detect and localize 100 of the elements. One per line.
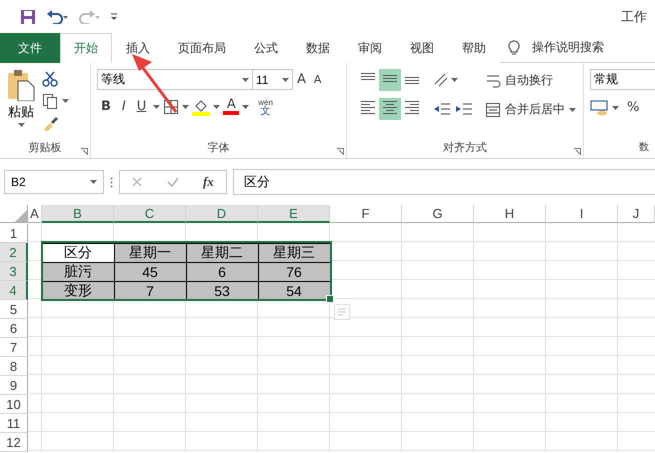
phonetic-top-text: wén [258, 98, 273, 106]
caret-icon[interactable] [182, 104, 190, 108]
merge-center-button[interactable]: 合并后居中 [485, 101, 576, 118]
row-header[interactable]: 1 [0, 224, 28, 243]
caret-icon[interactable] [612, 106, 619, 110]
table-cell: 6 [186, 262, 258, 282]
scissors-icon[interactable] [42, 71, 58, 87]
decrease-indent-icon[interactable] [433, 101, 451, 117]
row-header[interactable]: 12 [0, 433, 28, 452]
name-box[interactable]: B2 [4, 170, 104, 194]
accounting-format-icon[interactable] [590, 100, 608, 116]
caret-icon[interactable] [282, 78, 289, 82]
caret-icon[interactable] [242, 104, 250, 108]
increase-indent-icon[interactable] [455, 101, 473, 117]
row-header[interactable]: 10 [0, 395, 28, 414]
column-header[interactable]: C [114, 205, 186, 223]
table-cell: 区分 [42, 242, 114, 262]
number-format-field[interactable]: 常规 [590, 69, 655, 90]
group-label: 字体 [206, 140, 230, 156]
column-header[interactable]: G [402, 205, 474, 223]
column-header[interactable]: J [618, 205, 655, 223]
dialog-launcher-icon[interactable] [337, 148, 344, 155]
row-header[interactable]: 2 [0, 243, 28, 262]
align-lines-icon [405, 101, 419, 117]
lightbulb-icon [508, 40, 520, 56]
table-cell: 45 [114, 262, 186, 282]
table-cell: 星期二 [186, 242, 258, 262]
ribbon-tab[interactable]: 开始 [60, 33, 112, 63]
italic-button[interactable]: I [118, 97, 130, 116]
row-header[interactable]: 3 [0, 262, 28, 281]
group-label: 数 [639, 141, 649, 155]
underline-button[interactable]: U [132, 97, 150, 116]
row-header[interactable]: 8 [0, 357, 28, 376]
row-header[interactable]: 11 [0, 414, 28, 433]
column-header[interactable]: I [546, 205, 618, 223]
percent-button[interactable]: % [623, 98, 644, 117]
paste-button[interactable]: 粘贴 [8, 103, 34, 121]
column-header[interactable]: A [28, 205, 42, 223]
caret-icon[interactable] [569, 108, 576, 112]
table-cell: 星期三 [258, 242, 330, 262]
column-header[interactable]: B [42, 205, 114, 223]
wrap-text-icon[interactable] [485, 72, 501, 88]
dialog-launcher-icon[interactable] [574, 148, 581, 155]
table-cell: 76 [258, 262, 330, 282]
undo-icon[interactable] [46, 10, 68, 24]
insert-function-button[interactable]: fx [202, 174, 214, 190]
format-painter-icon[interactable] [42, 115, 58, 131]
align-lines-icon [383, 75, 397, 85]
group-label: 剪贴板 [28, 140, 62, 156]
group-label: 对齐方式 [442, 140, 488, 156]
bold-button[interactable]: B [97, 97, 115, 116]
window-title: 工作 [621, 8, 647, 26]
align-lines-icon [383, 101, 397, 117]
row-header[interactable]: 7 [0, 338, 28, 357]
tell-me-search[interactable]: 操作说明搜索 [532, 39, 604, 56]
caret-icon[interactable] [18, 123, 24, 127]
copy-icon[interactable] [42, 93, 58, 109]
wrap-text-button[interactable]: 自动换行 [485, 72, 576, 89]
column-header[interactable]: H [474, 205, 546, 223]
caret-icon[interactable] [62, 99, 69, 103]
caret-icon[interactable] [213, 104, 220, 108]
grow-font-button[interactable]: A [293, 70, 310, 89]
caret-icon[interactable] [153, 104, 160, 108]
color-bar-icon [223, 111, 240, 115]
row-header[interactable]: 5 [0, 300, 28, 319]
merge-cells-icon[interactable] [485, 102, 501, 118]
font-name-field[interactable]: 等线 [97, 69, 253, 90]
font-color-button[interactable]: A [226, 98, 236, 111]
checkmark-icon[interactable] [166, 177, 179, 187]
align-lines-icon [405, 77, 419, 87]
row-header[interactable]: 6 [0, 319, 28, 338]
triangle-icon [15, 210, 27, 222]
column-header[interactable]: E [258, 205, 330, 223]
fill-handle[interactable] [326, 295, 334, 303]
save-icon[interactable] [20, 8, 36, 24]
fill-color-icon[interactable] [192, 98, 210, 116]
column-header[interactable]: F [330, 205, 402, 223]
middle-align-button[interactable] [379, 69, 401, 91]
font-size-field[interactable]: 11 [252, 69, 293, 90]
caret-icon[interactable] [90, 180, 97, 184]
table-cell: 脏污 [42, 262, 114, 282]
shrink-font-button[interactable]: A [310, 71, 326, 88]
align-lines-icon [361, 101, 375, 117]
customize-toolbar-icon[interactable] [110, 12, 118, 20]
phonetic-bottom-text: 文 [260, 106, 271, 116]
file-tab[interactable]: 文件 [0, 33, 60, 63]
row-header[interactable]: 9 [0, 376, 28, 395]
dialog-launcher-icon[interactable] [81, 148, 88, 155]
borders-icon[interactable] [163, 98, 180, 114]
row-header[interactable]: 4 [0, 281, 28, 300]
align-lines-icon [361, 73, 375, 83]
formula-input[interactable]: 区分 [233, 169, 655, 195]
column-header[interactable]: D [186, 205, 258, 223]
table-cell: 星期一 [114, 242, 186, 262]
more-options-icon[interactable] [110, 176, 113, 188]
caret-icon[interactable] [451, 78, 458, 82]
center-align-button[interactable] [379, 98, 401, 120]
phonetic-button[interactable]: wén 文 [258, 98, 273, 116]
caret-icon[interactable] [242, 78, 249, 82]
paste-icon[interactable] [6, 69, 36, 101]
